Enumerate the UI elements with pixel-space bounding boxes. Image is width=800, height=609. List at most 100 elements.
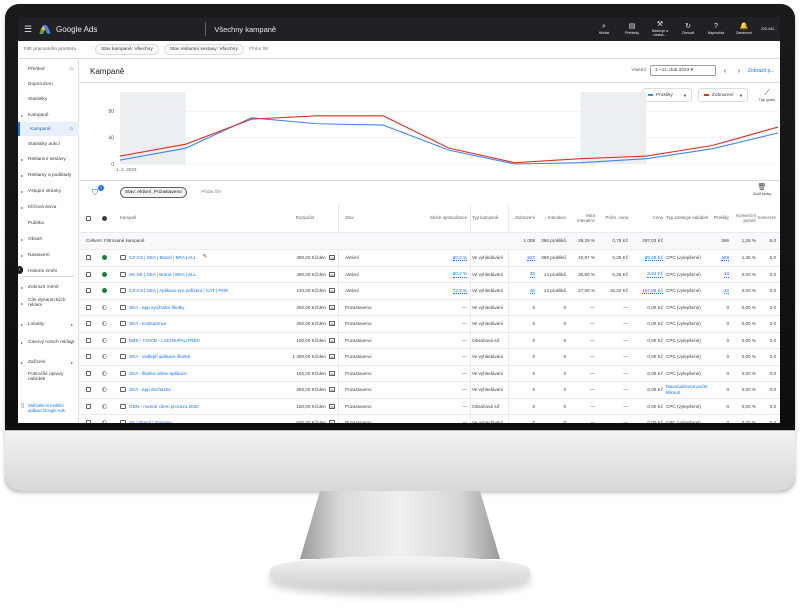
filter-chip-campaign-status[interactable]: Stav kampaně: Všechny <box>95 44 159 55</box>
filter-chip-adgroup-status[interactable]: Stav reklamní sestavy: Všechny <box>163 44 244 55</box>
account-id[interactable]: 225-442... <box>758 17 780 41</box>
budget-edit-icon[interactable] <box>329 304 335 310</box>
column-header-impr[interactable]: Zobrazení <box>510 204 535 232</box>
table-row[interactable]: SEA - vedlejší aplikace školek 1 400,00 K… <box>80 349 780 366</box>
topbar-action-3[interactable]: ↻ Obnovit <box>674 17 702 41</box>
select-all-checkbox[interactable] <box>86 215 91 221</box>
budget-edit-icon[interactable] <box>329 420 335 423</box>
column-header-cost[interactable]: Cena <box>630 204 664 232</box>
campaign-name-link[interactable]: DBS - COVID - LSCHK/PAL/TRED <box>129 338 200 344</box>
row-checkbox[interactable] <box>86 420 91 423</box>
campaign-name-link[interactable]: SEA - školka online aplikace <box>129 371 187 377</box>
sidebar-item-11[interactable]: ▸ Obsah <box>18 232 79 246</box>
budget-edit-icon[interactable] <box>329 387 335 393</box>
column-header-conv_rate[interactable]: Konverzní poměr <box>732 204 756 232</box>
row-checkbox[interactable] <box>86 337 91 343</box>
budget-edit-icon[interactable] <box>329 288 335 294</box>
budget-edit-icon[interactable] <box>329 321 335 327</box>
column-header-clicks[interactable]: Prokliky <box>714 204 729 232</box>
campaign-name-link[interactable]: CZ-CS | SEA | Brand | BRA | ALL <box>129 255 196 261</box>
hamburger-menu-icon[interactable]: ☰ <box>18 24 38 35</box>
column-header-score[interactable]: Skóre optimalizace <box>425 204 467 232</box>
topbar-action-0[interactable]: ⌕ Hledat <box>590 17 618 41</box>
sidebar-item-3[interactable]: ▸ Kampaně <box>18 108 79 122</box>
prev-period-icon[interactable]: ‹ <box>720 66 730 75</box>
campaign-name-link[interactable]: SK-SK | SEA | Brand | BRA | ALL <box>129 272 196 278</box>
view-periods-link[interactable]: Zobrazit p... <box>748 68 780 74</box>
sidebar-item-18[interactable]: ▸ Zařízení ▸ <box>18 354 79 370</box>
row-checkbox[interactable] <box>86 321 91 327</box>
status-active-icon[interactable] <box>102 255 107 261</box>
row-checkbox[interactable] <box>86 354 91 360</box>
table-row[interactable]: SK | Brand | Twgwee 600,00 Kč/den Pozastav… <box>80 415 780 423</box>
status-paused-icon[interactable] <box>102 370 107 376</box>
sidebar-item-17[interactable]: ▸ Časový rozvrh reklam ▸ <box>18 334 79 350</box>
row-checkbox[interactable] <box>86 304 91 310</box>
add-table-filter[interactable]: Přidat filtr <box>201 190 221 195</box>
topbar-action-2[interactable]: ⚒ Nástroje a nastav... <box>646 17 674 41</box>
campaign-name-link[interactable]: SEA - kosikarence <box>129 321 167 327</box>
topbar-action-5[interactable]: 🔔 Oznámení <box>730 17 758 41</box>
status-paused-icon[interactable] <box>102 354 107 360</box>
sidebar-item-6[interactable]: ▸ Reklamní sestavy <box>18 152 79 166</box>
table-row[interactable]: GDN - rozené cílení provozu 2020 150,00 K… <box>80 399 780 415</box>
sidebar-item-10[interactable]: Publika <box>18 216 79 230</box>
mobile-app-link[interactable]: ▯ Stáhněte si mobilní aplikaci Google Ad… <box>20 403 77 413</box>
row-checkbox[interactable] <box>86 255 91 261</box>
sidebar-item-7[interactable]: ▸ Reklamy a podklady <box>18 168 79 182</box>
row-checkbox[interactable] <box>86 271 91 277</box>
filter-icon[interactable]: ⛉ <box>92 188 98 198</box>
budget-edit-icon[interactable] <box>329 271 335 277</box>
row-checkbox[interactable] <box>86 288 91 294</box>
sidebar-item-14[interactable]: ▸ Zobrazit méně <box>18 280 79 294</box>
table-row[interactable]: SEA - app využívání školky 250,00 Kč/den P… <box>80 300 780 316</box>
sidebar-item-0[interactable]: Přehled ⌂ <box>18 62 79 76</box>
sidebar-item-4[interactable]: Kampaně ⌂ <box>18 122 79 136</box>
column-header-state[interactable]: Stav <box>345 204 435 232</box>
status-paused-icon[interactable] <box>102 304 107 310</box>
next-period-icon[interactable]: › <box>734 66 744 75</box>
status-paused-icon[interactable] <box>102 387 107 393</box>
status-active-icon[interactable] <box>102 288 107 294</box>
column-header-conv[interactable]: Konverze <box>758 204 776 232</box>
status-paused-icon[interactable] <box>102 420 107 423</box>
topbar-action-1[interactable]: ▤ Přehledy <box>618 17 646 41</box>
column-header-strategy[interactable]: Typ strategie nabídek <box>666 204 714 232</box>
campaign-name-link[interactable]: CZ-CS | SEA | Aplikace pro zařízení | CA… <box>129 288 228 294</box>
budget-edit-icon[interactable] <box>329 337 335 343</box>
add-filter-button[interactable]: Přidat filtr <box>249 47 269 52</box>
compact-rows-button[interactable]: 🗑 Zúžit řádky <box>748 184 776 197</box>
table-row[interactable]: SEA - kosikarence 250,00 Kč/den Pozastaven… <box>80 316 780 333</box>
row-checkbox[interactable] <box>86 387 91 393</box>
pencil-icon[interactable]: ✎ <box>202 254 207 261</box>
column-header-budget[interactable]: Rozpočet <box>275 204 335 232</box>
table-row[interactable]: CZ-CS | SEA | Aplikace pro zařízení | CA… <box>80 283 780 300</box>
sidebar-item-12[interactable]: ▸ Nastavení <box>18 248 79 262</box>
column-header-type[interactable]: Typ kampaně <box>472 204 510 232</box>
column-header-cpc[interactable]: Prům. cena <box>598 204 628 232</box>
row-checkbox[interactable] <box>86 403 91 409</box>
row-checkbox[interactable] <box>86 370 91 376</box>
column-header-name[interactable]: Kampaň <box>120 204 270 232</box>
campaign-name-link[interactable]: GDN - rozené cílení provozu 2020 <box>129 404 199 410</box>
campaign-name-link[interactable]: SEA - app dochazka <box>129 387 171 393</box>
table-row[interactable]: SEA - školka online aplikace 150,00 Kč/de… <box>80 366 780 382</box>
table-row[interactable]: CZ-CS | SEA | Brand | BRA | ALL ✎ 490,00 K… <box>80 250 780 267</box>
status-active-icon[interactable] <box>102 271 107 277</box>
campaign-name-link[interactable]: SEA - app využívání školky <box>129 305 184 311</box>
sidebar-item-1[interactable]: Doporučení <box>18 77 79 91</box>
table-row[interactable]: SK-SK | SEA | Brand | BRA | ALL 490,00 Kč… <box>80 267 780 283</box>
table-row[interactable]: SEA - app dochazka 250,00 Kč/den Pozastave… <box>80 382 780 399</box>
column-header-inter[interactable]: ↓ Interakce <box>538 204 566 232</box>
campaign-name-link[interactable]: SEA - vedlejší aplikace školek <box>129 354 190 360</box>
budget-edit-icon[interactable] <box>329 370 335 376</box>
status-paused-icon[interactable] <box>102 403 107 409</box>
budget-edit-icon[interactable] <box>329 403 335 409</box>
column-header-rate[interactable]: Míra interakce <box>570 204 595 232</box>
status-paused-icon[interactable] <box>102 321 107 327</box>
sidebar-item-8[interactable]: ▸ Vstupní stránky <box>18 184 79 198</box>
budget-edit-icon[interactable] <box>329 255 335 261</box>
table-row[interactable]: DBS - COVID - LSCHK/PAL/TRED 100,00 Kč/de… <box>80 333 780 349</box>
status-paused-icon[interactable] <box>102 337 107 343</box>
budget-edit-icon[interactable] <box>329 354 335 360</box>
